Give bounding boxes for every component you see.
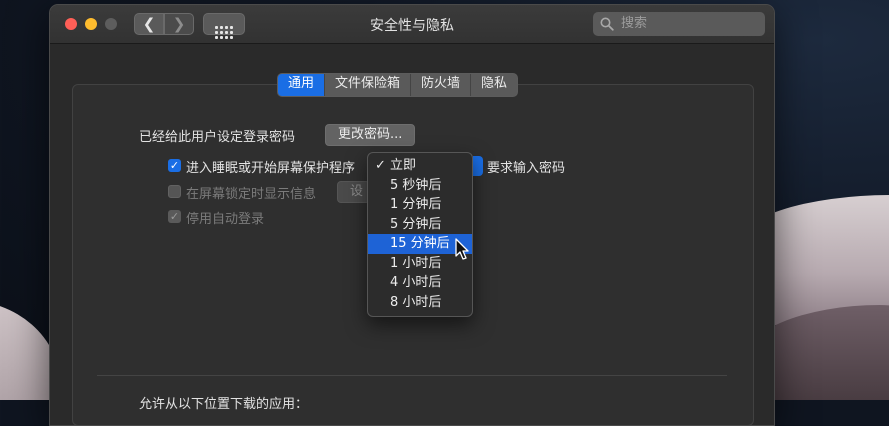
password-delay-menu: ✓ 立即 5 秒钟后 1 分钟后 5 分钟后 15 分钟后 1 小时后 4 小时… [367, 152, 473, 317]
tab-firewall[interactable]: 防火墙 [411, 74, 472, 96]
mouse-pointer-icon [455, 238, 469, 260]
search-input[interactable] [619, 15, 753, 32]
require-password-popup[interactable] [473, 156, 483, 176]
menu-item-5-seconds[interactable]: 5 秒钟后 [368, 176, 472, 196]
download-apps-label: 允许从以下位置下载的应用： [139, 397, 309, 412]
change-password-button[interactable]: 更改密码... [325, 124, 416, 146]
tab-bar: 通用 文件保险箱 防火墙 隐私 [277, 73, 519, 97]
title-bar: ❮ ❯ 安全性与隐私 [50, 5, 774, 44]
tab-privacy[interactable]: 隐私 [471, 74, 517, 96]
section-divider [97, 375, 727, 376]
disable-auto-login-label: 停用自动登录 [186, 212, 265, 227]
search-icon [600, 17, 614, 31]
checkmark-icon: ✓ [375, 158, 386, 173]
require-password-checkbox[interactable]: ✓ [168, 159, 181, 172]
tab-filevault[interactable]: 文件保险箱 [325, 74, 412, 96]
lock-message-label: 在屏幕锁定时显示信息 [186, 187, 317, 202]
search-field[interactable] [593, 12, 765, 36]
password-set-label: 已经给此用户设定登录密码 [139, 130, 296, 145]
lock-message-checkbox[interactable] [168, 185, 181, 198]
menu-item-4-hours[interactable]: 4 小时后 [368, 273, 472, 293]
disable-auto-login-checkbox[interactable]: ✓ [168, 210, 181, 223]
menu-item-1-minute[interactable]: 1 分钟后 [368, 195, 472, 215]
lock-message-button[interactable]: 设 [337, 181, 371, 203]
require-password-label: 进入睡眠或开始屏幕保护程序 [186, 161, 356, 176]
menu-item-5-minutes[interactable]: 5 分钟后 [368, 215, 472, 235]
menu-item-immediately[interactable]: ✓ 立即 [368, 156, 472, 176]
menu-item-8-hours[interactable]: 8 小时后 [368, 293, 472, 313]
require-password-suffix: 要求输入密码 [487, 161, 566, 176]
tab-general[interactable]: 通用 [278, 74, 326, 96]
